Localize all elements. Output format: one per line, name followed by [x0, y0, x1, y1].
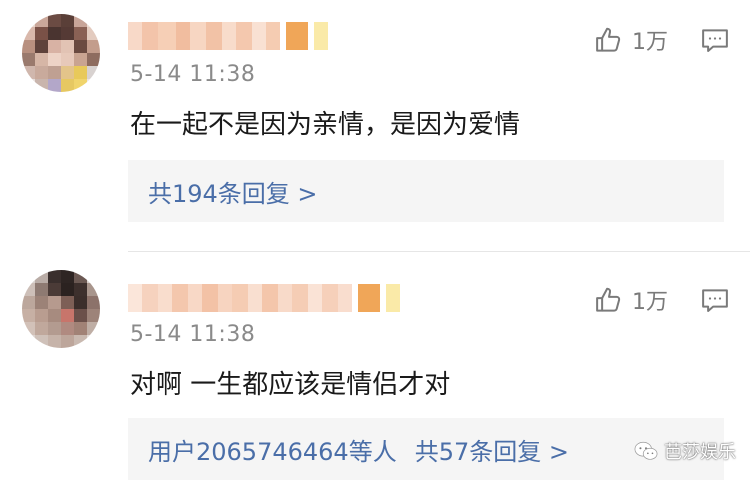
reply-summary-link[interactable]: 共194条回复 > — [128, 160, 724, 222]
like-count: 1万 — [632, 30, 668, 55]
comment-time: 5-14 11:38 — [130, 322, 256, 347]
comment-text: 对啊 一生都应该是情侣才对 — [130, 370, 451, 400]
comment-bubble-icon[interactable] — [700, 286, 730, 316]
username-blurred[interactable] — [128, 284, 400, 312]
like-button[interactable]: 1万 — [594, 284, 668, 316]
like-count: 1万 — [632, 290, 668, 315]
comment-text: 在一起不是因为亲情，是因为爱情 — [130, 110, 521, 140]
avatar[interactable] — [22, 270, 100, 348]
avatar[interactable] — [22, 14, 100, 92]
reply-count-link[interactable]: 共194条回复 > — [148, 174, 318, 209]
comment-bubble-icon[interactable] — [700, 26, 730, 56]
thumbs-up-icon — [596, 27, 621, 52]
thumbs-up-icon — [596, 287, 621, 312]
comment-time: 5-14 11:38 — [130, 62, 256, 87]
reply-count-link[interactable]: 共57条回复 > — [415, 432, 569, 467]
username-blurred[interactable] — [128, 22, 328, 50]
wechat-icon — [634, 441, 658, 460]
like-button[interactable]: 1万 — [594, 24, 668, 56]
reply-users-link[interactable]: 用户2065746464等人 — [148, 432, 397, 467]
watermark: 芭莎娱乐 — [634, 438, 736, 464]
comment-list: 5-14 11:38 1万 在一起不是因为亲情，是因为爱情 共194条回复 > — [0, 0, 750, 486]
comment-item: 5-14 11:38 1万 在一起不是因为亲情，是因为爱情 共194条回复 > — [0, 0, 750, 252]
watermark-text: 芭莎娱乐 — [664, 442, 736, 463]
